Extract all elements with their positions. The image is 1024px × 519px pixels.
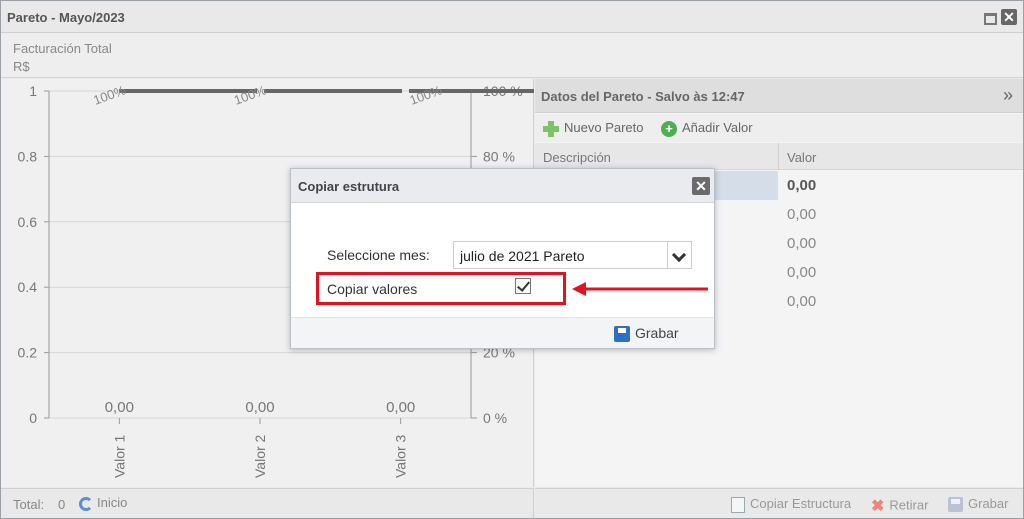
column-separator — [778, 143, 779, 170]
total-label: Total: — [13, 497, 45, 512]
inicio-button[interactable]: Inicio — [79, 495, 127, 511]
column-descripcion[interactable]: Descripción — [543, 150, 611, 165]
nuevo-pareto-button[interactable]: Nuevo Pareto — [543, 120, 644, 137]
footer-left: Total: 0 Inicio — [1, 488, 534, 518]
grid-header: Descripción Valor — [535, 143, 1023, 170]
y-tick-label: 0.2 — [18, 345, 38, 361]
anadir-valor-label: Añadir Valor — [682, 120, 753, 135]
row-value: 0,00 — [787, 177, 817, 194]
dialog-close-icon[interactable]: ✕ — [692, 177, 710, 195]
y-tick-label: 0.4 — [18, 279, 38, 295]
panel-toolbar: Nuevo Pareto + Añadir Valor — [535, 114, 1023, 142]
column-valor[interactable]: Valor — [787, 150, 816, 165]
row-value: 0,00 — [787, 206, 817, 223]
mes-select-value: julio de 2021 Pareto — [460, 248, 585, 264]
restore-icon[interactable] — [981, 9, 997, 25]
retirar-button[interactable]: ✖ Retirar — [871, 496, 928, 516]
x-tick-label: Valor 3 — [393, 434, 409, 478]
dialog-footer: Grabar — [291, 317, 714, 348]
anadir-valor-button[interactable]: + Añadir Valor — [661, 120, 753, 137]
grabar-button[interactable]: Grabar — [614, 325, 679, 343]
expand-icon[interactable]: » — [1003, 85, 1013, 106]
remove-icon: ✖ — [871, 498, 885, 515]
dialog-titlebar: Copiar estrutura ✕ — [291, 169, 714, 203]
chart-header: Facturación Total R$ — [1, 34, 1023, 78]
copiar-estructura-label: Copiar Estructura — [750, 496, 852, 511]
copiar-estrutura-dialog: Copiar estrutura ✕ Seleccione mes: julio… — [290, 168, 715, 349]
copy-document-icon — [731, 496, 745, 513]
selected-cell — [714, 171, 778, 200]
cumulative-label: 100% — [408, 82, 445, 108]
cumulative-label: 100% — [232, 82, 269, 108]
window-titlebar: Pareto - Mayo/2023 ✕ — [1, 1, 1023, 33]
chart-title: Facturación Total — [13, 41, 112, 56]
panel-title: Datos del Pareto - Salvo às 12:47 — [541, 89, 745, 104]
circle-plus-icon: + — [661, 120, 677, 137]
footer-right: Copiar Estructura ✖ Retirar Grabar — [535, 488, 1023, 518]
x-tick-label: Valor 1 — [111, 434, 127, 478]
save-icon — [948, 497, 963, 513]
bar-value-label: 0,00 — [386, 399, 415, 416]
highlight-box — [316, 272, 566, 305]
copiar-estructura-button[interactable]: Copiar Estructura — [731, 496, 851, 513]
panel-header: Datos del Pareto - Salvo às 12:47 » — [535, 79, 1023, 113]
save-icon — [614, 326, 630, 343]
inicio-label: Inicio — [97, 495, 128, 510]
window-title: Pareto - Mayo/2023 — [7, 10, 125, 25]
row-value: 0,00 — [787, 264, 817, 281]
refresh-icon — [79, 496, 93, 511]
grabar-footer-label: Grabar — [968, 496, 1009, 511]
grabar-label: Grabar — [635, 325, 679, 341]
mes-select[interactable]: julio de 2021 Pareto — [453, 241, 692, 269]
cumulative-label: 100% — [91, 82, 128, 108]
mes-label: Seleccione mes: — [327, 247, 430, 263]
dialog-title: Copiar estrutura — [298, 179, 400, 194]
total-value: 0 — [58, 497, 66, 512]
y2-tick-label: 80 % — [483, 148, 515, 164]
y-tick-label: 0.6 — [18, 214, 38, 230]
add-icon — [543, 120, 559, 137]
annotation-arrow-icon — [572, 282, 708, 296]
bar-value-label: 0,00 — [245, 399, 274, 416]
y-tick-label: 0 — [29, 410, 37, 426]
close-icon[interactable]: ✕ — [1001, 9, 1017, 25]
grabar-footer-button[interactable]: Grabar — [948, 496, 1009, 513]
y-tick-label: 0.8 — [18, 148, 38, 164]
row-value: 0,00 — [787, 293, 817, 310]
y-tick-label: 1 — [29, 83, 37, 99]
chart-unit: R$ — [13, 59, 30, 74]
bar-value-label: 0,00 — [105, 399, 134, 416]
x-tick-label: Valor 2 — [252, 434, 268, 478]
row-value: 0,00 — [787, 235, 817, 252]
nuevo-pareto-label: Nuevo Pareto — [564, 120, 644, 135]
y2-tick-label: 0 % — [483, 410, 507, 426]
retirar-label: Retirar — [889, 497, 929, 513]
chevron-down-icon[interactable] — [667, 242, 691, 268]
